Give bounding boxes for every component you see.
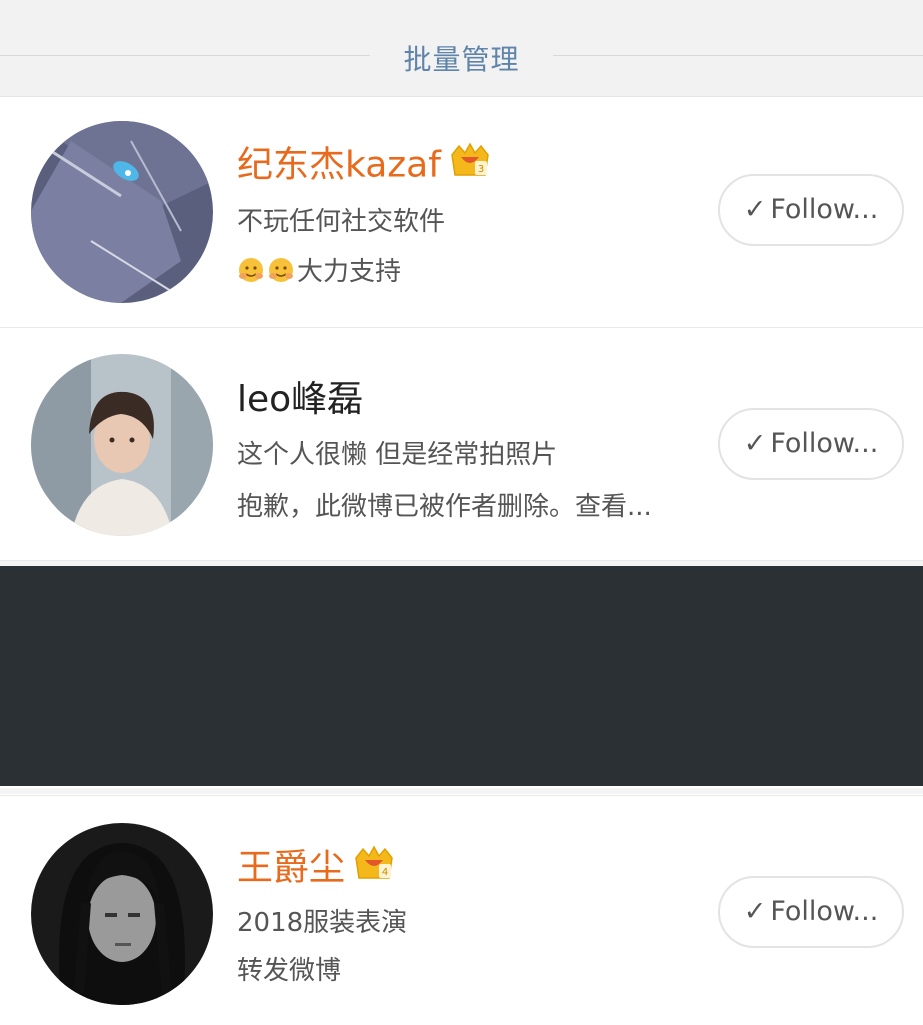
avatar-photo-image (31, 354, 213, 536)
avatar-anime-image (31, 121, 213, 303)
following-button-label: Follow... (770, 896, 879, 927)
crown-level: 4 (382, 867, 388, 878)
top-bar: 批量管理 (0, 0, 923, 97)
avatar-photo-image (31, 823, 213, 1005)
list-item[interactable]: 王爵尘 4 2018服装表演 转发微博 ✓ Follow... (0, 795, 923, 1025)
check-icon: ✓ (743, 428, 767, 459)
crown-level: 3 (478, 164, 484, 175)
redacted-block (0, 566, 923, 786)
avatar[interactable] (31, 354, 213, 536)
list-item[interactable]: leo峰磊 这个人很懒 但是经常拍照片 抱歉，此微博已被作者删除。查看... ✓… (0, 328, 923, 561)
hug-emoji-icon (237, 256, 265, 293)
following-button-label: Follow... (770, 194, 879, 225)
user-name[interactable]: 王爵尘 4 (237, 844, 395, 895)
hug-emoji-icon (267, 256, 295, 293)
user-bio: 不玩任何社交软件 (237, 207, 446, 237)
avatar[interactable] (31, 823, 213, 1005)
list-item[interactable]: 纪东杰kazaf 3 不玩任何社交软件 大力支持 ✓ Follow... (0, 97, 923, 328)
section-gap (0, 788, 923, 794)
batch-manage-button[interactable]: 批量管理 (370, 38, 553, 76)
avatar[interactable] (31, 121, 213, 303)
vip-crown-icon: 3 (449, 141, 491, 192)
check-icon: ✓ (743, 194, 767, 225)
following-button-label: Follow... (770, 428, 879, 459)
user-bio: 这个人很懒 但是经常拍照片 (237, 440, 558, 470)
following-button[interactable]: ✓ Follow... (718, 408, 904, 480)
check-icon: ✓ (743, 896, 767, 927)
header-divider-right (553, 55, 923, 56)
following-button[interactable]: ✓ Follow... (718, 876, 904, 948)
user-bio: 2018服装表演 (237, 908, 408, 938)
user-name[interactable]: 纪东杰kazaf 3 (237, 141, 491, 192)
latest-post: 大力支持 (237, 255, 401, 293)
user-name-text: 王爵尘 (237, 847, 346, 889)
latest-post: 抱歉，此微博已被作者删除。查看... (237, 492, 652, 522)
following-button[interactable]: ✓ Follow... (718, 174, 904, 246)
user-name-text: 纪东杰kazaf (237, 144, 441, 186)
header-divider-left (0, 55, 370, 56)
vip-crown-icon: 4 (353, 844, 395, 895)
latest-post: 转发微博 (237, 956, 342, 986)
latest-post-text: 大力支持 (297, 257, 402, 287)
user-name[interactable]: leo峰磊 (237, 378, 363, 422)
